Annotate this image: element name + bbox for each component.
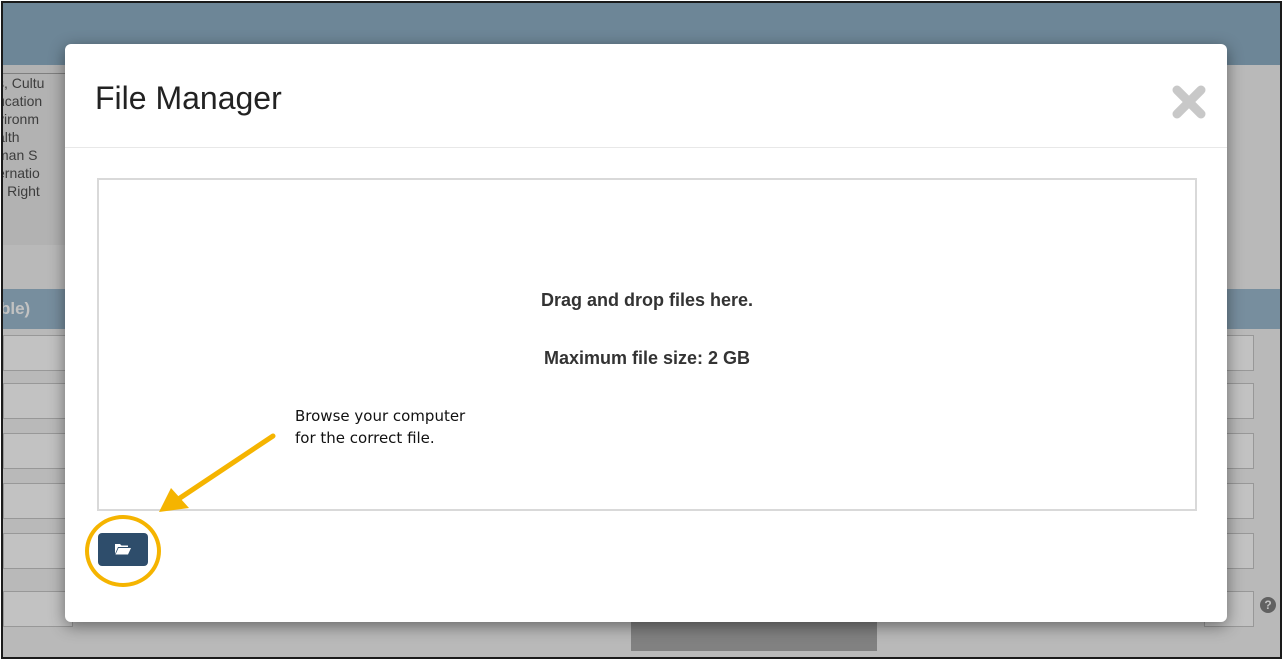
close-x-icon[interactable] (1169, 82, 1209, 122)
modal-title: File Manager (95, 80, 282, 116)
callout-arrow (159, 433, 276, 512)
dropzone-instruction: Drag and drop files here. (540, 290, 754, 310)
screenshot-frame: s, Cultu ucation vironm alth man S ernat… (1, 1, 1282, 659)
callout-text: Browse your computer for the correct fil… (295, 405, 465, 449)
callout-text-line: Browse your computer (295, 407, 466, 425)
file-manager-modal: File Manager Drag and drop files here. M… (65, 44, 1227, 622)
modal-header: File Manager (65, 44, 1227, 148)
dropzone-size-limit: Maximum file size: 2 GB (543, 348, 751, 368)
callout-text-line: for the correct file. (295, 429, 435, 447)
